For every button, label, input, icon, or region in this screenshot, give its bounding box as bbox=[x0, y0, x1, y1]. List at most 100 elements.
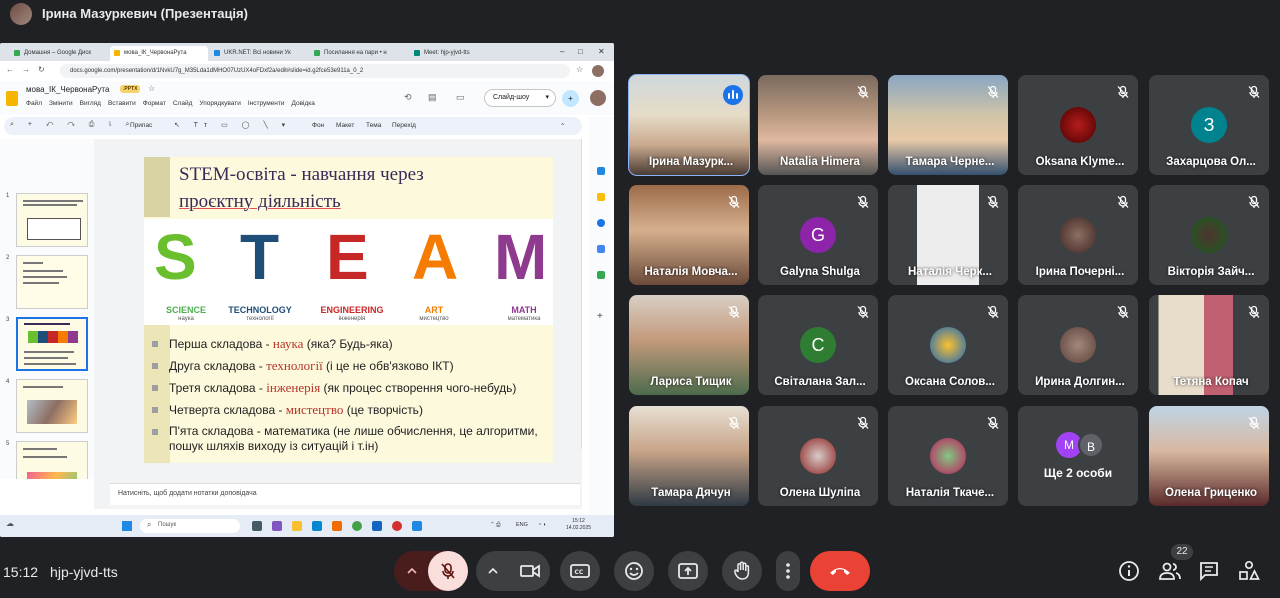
menu-edit[interactable]: Змінити bbox=[49, 100, 73, 107]
slide-thumbnail-selected[interactable] bbox=[16, 317, 88, 371]
camera-toggle-button[interactable] bbox=[510, 551, 550, 591]
keyboard-language[interactable]: ENG bbox=[516, 522, 528, 528]
windows-start-icon[interactable] bbox=[122, 521, 132, 531]
reload-icon[interactable]: ↻ bbox=[38, 65, 45, 74]
current-slide[interactable]: STEM-освіта - навчання через проєктну ді… bbox=[144, 157, 553, 463]
slide-bullets[interactable]: Перша складова - наука (яка? Будь-яка) Д… bbox=[152, 333, 552, 454]
taskbar-search[interactable]: Пошук bbox=[140, 519, 240, 533]
menu-tools[interactable]: Інструменти bbox=[248, 100, 285, 107]
participant-tile[interactable]: Наталія Мовча... bbox=[629, 185, 749, 285]
participant-tile[interactable]: Тамара Черне... bbox=[888, 75, 1008, 175]
people-button[interactable] bbox=[1158, 560, 1182, 584]
tray-icons[interactable]: ⌃ ⎙ bbox=[490, 522, 501, 529]
speaker-notes[interactable]: Натисніть, щоб додати нотатки доповідача bbox=[110, 483, 580, 505]
menu-file[interactable]: Файл bbox=[26, 100, 42, 107]
forward-icon[interactable]: → bbox=[22, 65, 30, 74]
browser-tab-active[interactable]: мова_ІК_ЧервонаРута bbox=[110, 46, 208, 61]
zoom-select[interactable]: Припас bbox=[130, 122, 152, 129]
participant-tile[interactable]: Наталія Ткаче... bbox=[888, 406, 1008, 506]
maps-icon[interactable] bbox=[597, 271, 605, 279]
emoji-reactions-button[interactable] bbox=[614, 551, 654, 591]
edge-icon[interactable] bbox=[312, 521, 322, 531]
keep-icon[interactable] bbox=[597, 193, 605, 201]
participant-tile[interactable]: Тамара Дячун bbox=[629, 406, 749, 506]
participant-tile[interactable]: Олена Гриценко bbox=[1149, 406, 1269, 506]
opera-icon[interactable] bbox=[392, 521, 402, 531]
participant-tile[interactable]: G Galyna Shulga bbox=[758, 185, 878, 285]
transition-button[interactable]: Перехід bbox=[392, 122, 416, 129]
camera-options-chevron-icon[interactable] bbox=[476, 551, 510, 591]
browser-tab[interactable]: UKR.NET: Всі новини Ук bbox=[210, 46, 308, 61]
taskview-icon[interactable] bbox=[252, 521, 262, 531]
menu-help[interactable]: Довідка bbox=[291, 100, 314, 107]
participant-tile[interactable]: З Захарцова Ол... bbox=[1149, 75, 1269, 175]
slides-logo-icon[interactable] bbox=[6, 91, 18, 106]
tasks-icon[interactable] bbox=[597, 219, 605, 227]
participant-tile[interactable]: Наталія Черк... bbox=[888, 185, 1008, 285]
menu-format[interactable]: Формат bbox=[143, 100, 166, 107]
mic-options-chevron-icon[interactable] bbox=[394, 551, 430, 591]
slide-title[interactable]: STEM-освіта - навчання через проєктну ді… bbox=[179, 161, 549, 215]
share-icon[interactable]: + bbox=[562, 90, 579, 107]
layout-button[interactable]: Макет bbox=[336, 122, 354, 129]
url-field[interactable]: docs.google.com/presentation/d/1NvkU7g_M… bbox=[60, 64, 570, 78]
participant-tile[interactable]: Natalia Himera bbox=[758, 75, 878, 175]
more-options-button[interactable] bbox=[776, 551, 800, 591]
network-volume-icons[interactable]: ◔ ◖ bbox=[538, 522, 546, 528]
weather-icon[interactable]: ☁ bbox=[6, 519, 14, 528]
menu-view[interactable]: Вигляд bbox=[80, 100, 101, 107]
activities-button[interactable] bbox=[1238, 560, 1262, 584]
chat-button[interactable] bbox=[1198, 560, 1222, 584]
participant-tile[interactable]: Лариса Тищик bbox=[629, 295, 749, 395]
participant-tile[interactable]: Тетяна Копач bbox=[1149, 295, 1269, 395]
participant-tile[interactable]: Ірина Почерні... bbox=[1018, 185, 1138, 285]
history-icon[interactable]: ⟲ bbox=[404, 92, 412, 103]
profile-avatar[interactable] bbox=[592, 65, 604, 77]
meeting-info-button[interactable] bbox=[1118, 560, 1142, 584]
chrome-icon[interactable] bbox=[352, 521, 362, 531]
chat-icon[interactable] bbox=[272, 521, 282, 531]
bookmark-star-icon[interactable]: ☆ bbox=[576, 65, 583, 74]
captions-button[interactable]: CC bbox=[560, 551, 600, 591]
close-icon[interactable]: ✕ bbox=[598, 47, 605, 56]
participant-tile[interactable]: M B Ще 2 особи bbox=[1018, 406, 1138, 506]
slide-thumbnail[interactable] bbox=[16, 193, 88, 247]
browser-tab[interactable]: Посилання на пари • н bbox=[310, 46, 408, 61]
browser-tab[interactable]: Домашня – Google Диск bbox=[10, 46, 108, 61]
slideshow-button[interactable]: Слайд-шоу ▾ bbox=[484, 89, 556, 107]
contacts-icon[interactable] bbox=[597, 245, 605, 253]
drawing-tool-icons[interactable]: ↖ Tт ▭ ◯ ╲ ▾ bbox=[174, 121, 291, 129]
back-icon[interactable]: ← bbox=[6, 65, 14, 74]
leave-call-button[interactable] bbox=[810, 551, 870, 591]
word-icon[interactable] bbox=[372, 521, 382, 531]
theme-button[interactable]: Тема bbox=[366, 122, 381, 129]
toolbar-icons[interactable]: ⌕ + ↶ ↷ ⎙ ⇂ ⌕ bbox=[10, 121, 135, 129]
add-addon-icon[interactable]: + bbox=[597, 312, 605, 322]
app-icon[interactable] bbox=[412, 521, 422, 531]
explorer-icon[interactable] bbox=[292, 521, 302, 531]
slide-thumbnail[interactable] bbox=[16, 379, 88, 433]
chevron-down-icon[interactable]: ▾ bbox=[545, 93, 549, 101]
document-title[interactable]: мова_ІК_ЧервонаРута bbox=[26, 85, 109, 94]
store-icon[interactable] bbox=[332, 521, 342, 531]
comments-icon[interactable]: ▤ bbox=[428, 92, 437, 103]
mic-toggle-button[interactable] bbox=[428, 551, 468, 591]
participant-tile[interactable]: Ирина Долгин... bbox=[1018, 295, 1138, 395]
raise-hand-button[interactable] bbox=[722, 551, 762, 591]
participant-tile[interactable]: Вікторія Зайч... bbox=[1149, 185, 1269, 285]
browser-tab[interactable]: Meet: hjp-yjvd-tts bbox=[410, 46, 500, 61]
background-button[interactable]: Фон bbox=[312, 122, 324, 129]
participant-tile[interactable]: Олена Шуліпа bbox=[758, 406, 878, 506]
present-screen-button[interactable] bbox=[668, 551, 708, 591]
menu-insert[interactable]: Вставити bbox=[108, 100, 136, 107]
participant-tile[interactable]: Оксана Солов... bbox=[888, 295, 1008, 395]
menu-slide[interactable]: Слайд bbox=[173, 100, 193, 107]
slide-thumbnail[interactable] bbox=[16, 441, 88, 479]
minimize-icon[interactable]: – bbox=[560, 47, 564, 56]
menu-arrange[interactable]: Упорядкувати bbox=[199, 100, 240, 107]
maximize-icon[interactable]: □ bbox=[578, 47, 583, 56]
video-call-icon[interactable]: ▭ bbox=[456, 92, 465, 103]
collapse-toolbar-icon[interactable]: ⌃ bbox=[560, 122, 565, 130]
taskbar-clock[interactable]: 15:12 14.02.2025 bbox=[566, 518, 591, 532]
participant-tile[interactable]: C Світалана Зал... bbox=[758, 295, 878, 395]
